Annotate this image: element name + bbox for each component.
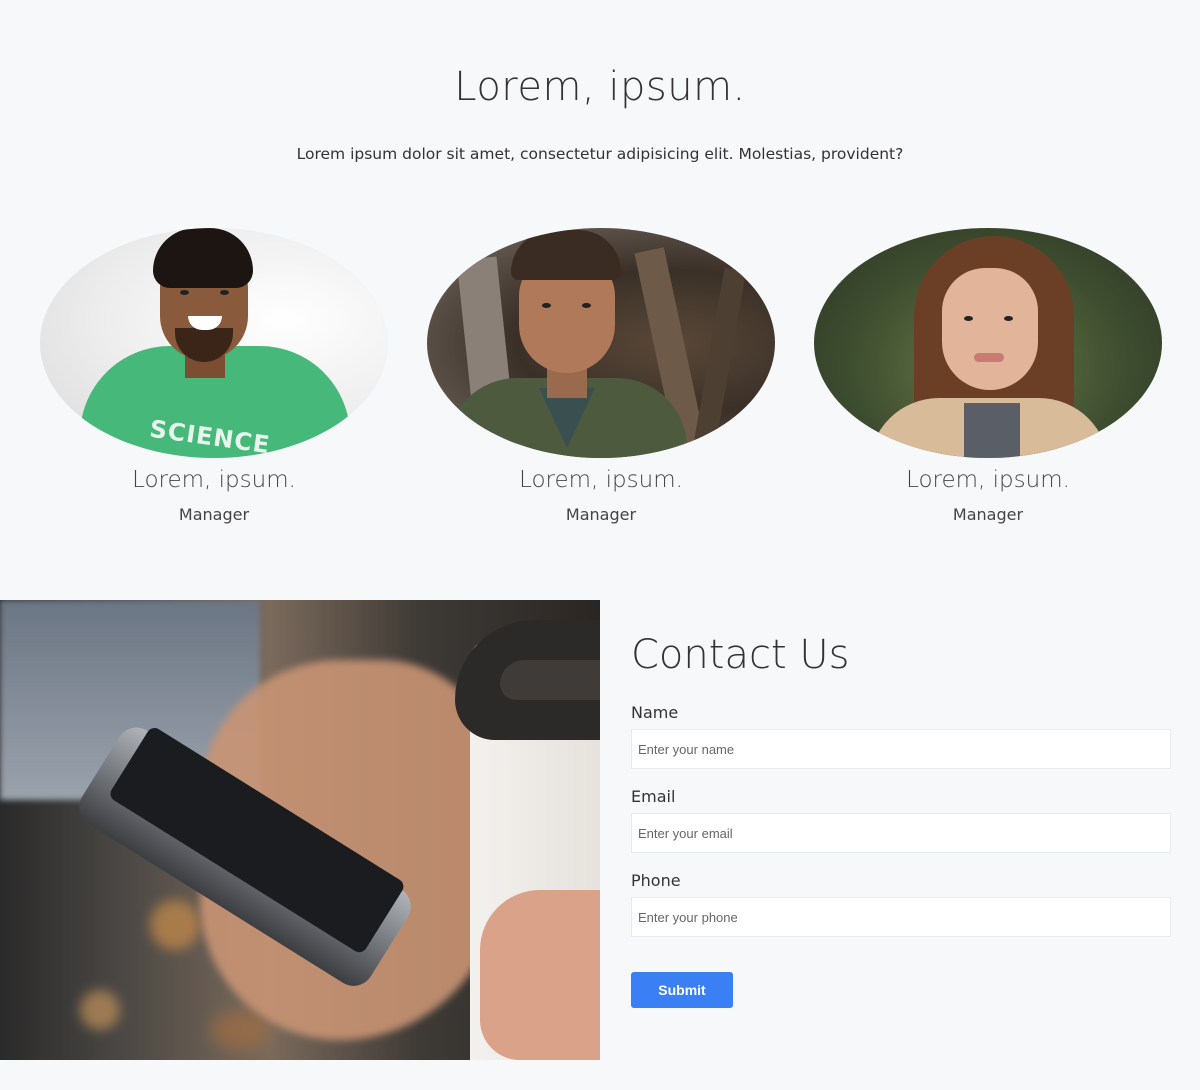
- phone-input[interactable]: [631, 897, 1171, 937]
- team-member-photo: SCIENCE: [40, 228, 388, 458]
- team-member-photo: [814, 228, 1162, 458]
- contact-title: Contact Us: [631, 632, 850, 678]
- name-label: Name: [631, 703, 679, 722]
- contact-image: [0, 600, 600, 1060]
- team-member-role: Manager: [952, 505, 1024, 524]
- team-section: Lorem, ipsum. Lorem ipsum dolor sit amet…: [0, 0, 1200, 600]
- team-member-card: Lorem, ipsum. Manager: [814, 228, 1162, 524]
- team-subtitle: Lorem ipsum dolor sit amet, consectetur …: [296, 145, 904, 163]
- email-input[interactable]: [631, 813, 1171, 853]
- email-label: Email: [631, 787, 676, 806]
- team-member-card: Lorem, ipsum. Manager: [427, 228, 775, 524]
- team-member-card: SCIENCE Lorem, ipsum. Manager: [40, 228, 388, 524]
- team-member-photo: [427, 228, 775, 458]
- team-member-name: Lorem, ipsum.: [132, 467, 296, 493]
- contact-form: Contact Us Name Email Phone Submit: [631, 600, 1171, 1008]
- team-member-role: Manager: [565, 505, 637, 524]
- team-member-role: Manager: [178, 505, 250, 524]
- team-member-name: Lorem, ipsum.: [519, 467, 683, 493]
- phone-label: Phone: [631, 871, 681, 890]
- team-title: Lorem, ipsum.: [454, 64, 746, 110]
- team-member-name: Lorem, ipsum.: [906, 467, 1070, 493]
- submit-button[interactable]: Submit: [631, 972, 733, 1008]
- name-input[interactable]: [631, 729, 1171, 769]
